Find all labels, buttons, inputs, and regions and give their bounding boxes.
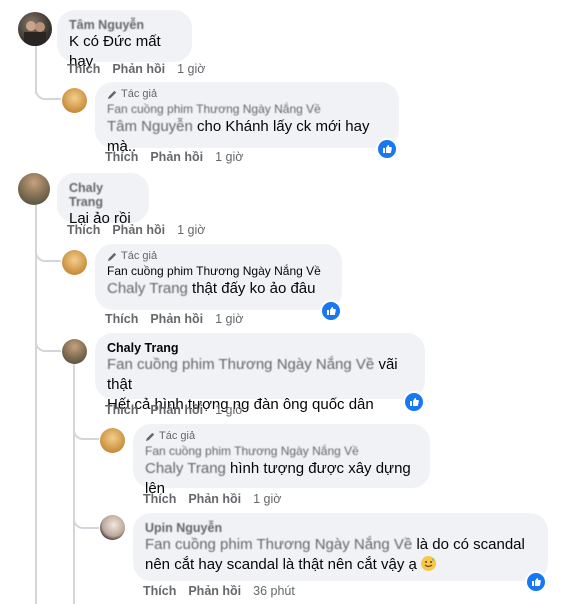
comment-author[interactable]: Tâm Nguyễn [69,18,180,32]
comment-time[interactable]: 1 giờ [177,62,205,76]
comment-bubble: Upin Nguyễn Fan cuồng phim Thương Ngày N… [133,513,548,581]
like-button[interactable]: Thích [105,403,138,417]
like-reaction-badge[interactable] [525,571,547,593]
author-badge: Tác giả [107,88,387,100]
comment-actions: Thích Phản hồi 1 giờ [67,62,205,76]
thumbs-up-icon [532,578,541,586]
pencil-icon [145,432,155,441]
comment-actions: Thích Phản hồi 1 giờ [105,150,243,164]
mention[interactable]: Chaly Trang [107,280,188,297]
author-tag-label: Tác giả [159,430,196,442]
thread-connector [73,420,99,440]
comment-bubble: Tâm Nguyễn K có Đức mất hay [57,10,192,70]
comment-bubble: Chaly Trang Fan cuồng phim Thương Ngày N… [95,333,425,413]
mention[interactable]: Fan cuồng phim Thương Ngày Nắng Về [145,536,412,553]
comment-time[interactable]: 1 giờ [215,403,243,417]
avatar[interactable] [62,339,87,364]
reply-button[interactable]: Phản hồi [112,223,165,237]
smile-sweat-emoji-icon [421,556,437,571]
avatar[interactable] [62,88,87,113]
mention[interactable]: Tâm Nguyễn [107,118,193,135]
author-badge: Tác giả [107,250,330,262]
person-photo-icon [24,21,46,46]
avatar[interactable] [100,515,125,540]
like-button[interactable]: Thích [105,312,138,326]
reply-button[interactable]: Phản hồi [112,62,165,76]
comment-bubble: Tác giả Fan cuồng phim Thương Ngày Nắng … [95,244,342,310]
like-reaction-badge[interactable] [403,391,425,413]
thread-connector [35,80,61,100]
pencil-icon [107,90,117,99]
comment-text: Chaly Trang thật đấy ko ảo đâu [107,279,330,299]
comment-author[interactable]: Chaly Trang [107,341,413,355]
thread-connector [73,505,99,529]
comment-time[interactable]: 1 giờ [177,223,205,237]
comment-author[interactable]: Upin Nguyễn [145,521,536,535]
comment-author[interactable]: Chaly Trang [69,181,137,209]
mention[interactable]: Chaly Trang [145,460,226,477]
comment-actions: Thích Phản hồi 1 giờ [105,403,243,417]
comment-actions: Thích Phản hồi 1 giờ [67,223,205,237]
thread-connector [35,330,61,352]
like-button[interactable]: Thích [143,492,176,506]
comment-bubble: Chaly Trang Lại ảo rồi [57,173,149,227]
comment-text-line2: nên cắt hay scandal là thật nên cắt vậy … [145,555,536,575]
thread-line [73,364,75,604]
comment-actions: Thích Phản hồi 1 giờ [143,492,281,506]
thread-connector [35,240,61,262]
avatar[interactable] [62,250,87,275]
comment-time[interactable]: 1 giờ [215,312,243,326]
comment-bubble: Tác giả Fan cuồng phim Thương Ngày Nắng … [95,82,399,155]
thumbs-up-icon [383,145,392,153]
comment-text: Fan cuồng phim Thương Ngày Nắng Về là do… [145,535,536,555]
like-button[interactable]: Thích [105,150,138,164]
like-reaction-badge[interactable] [320,300,342,322]
comment-author[interactable]: Fan cuồng phim Thương Ngày Nắng Về [107,264,330,278]
reply-button[interactable]: Phản hồi [150,312,203,326]
thread-line [35,205,37,604]
comment-time[interactable]: 1 giờ [253,492,281,506]
thumbs-up-icon [327,307,336,315]
pencil-icon [107,252,117,261]
thumbs-up-icon [410,398,419,406]
avatar[interactable] [18,173,50,205]
author-tag-label: Tác giả [121,250,158,262]
mention[interactable]: Fan cuồng phim Thương Ngày Nắng Về [107,356,374,373]
comment-text: Fan cuồng phim Thương Ngày Nắng Về vãi t… [107,355,413,395]
reply-button[interactable]: Phản hồi [188,492,241,506]
author-badge: Tác giả [145,430,418,442]
avatar[interactable] [100,428,125,453]
comment-time[interactable]: 1 giờ [215,150,243,164]
like-button[interactable]: Thích [143,584,176,598]
comment-body: nên cắt hay scandal là thật nên cắt vậy … [145,556,417,573]
comment-author[interactable]: Fan cuồng phim Thương Ngày Nắng Về [145,444,418,458]
comment-body: là do có scandal [416,536,525,553]
comment-actions: Thích Phản hồi 36 phút [143,584,295,598]
reply-button[interactable]: Phản hồi [150,150,203,164]
reply-button[interactable]: Phản hồi [188,584,241,598]
avatar[interactable] [18,12,52,46]
reply-button[interactable]: Phản hồi [150,403,203,417]
comment-body: thật đấy ko ảo đâu [192,280,316,297]
author-tag-label: Tác giả [121,88,158,100]
comment-actions: Thích Phản hồi 1 giờ [105,312,243,326]
comment-author[interactable]: Fan cuồng phim Thương Ngày Nắng Về [107,102,387,116]
comment-time[interactable]: 36 phút [253,584,295,598]
like-button[interactable]: Thích [67,62,100,76]
like-button[interactable]: Thích [67,223,100,237]
like-reaction-badge[interactable] [376,138,398,160]
comment-bubble: Tác giả Fan cuồng phim Thương Ngày Nắng … [133,424,430,497]
